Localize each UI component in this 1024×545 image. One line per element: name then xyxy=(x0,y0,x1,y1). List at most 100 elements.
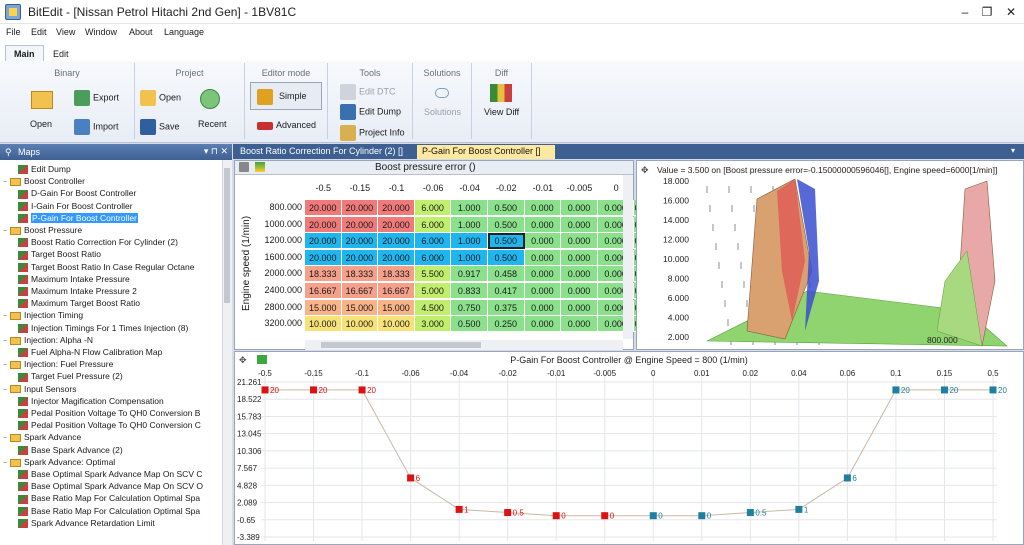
table-cell[interactable]: 18.333 xyxy=(378,266,415,283)
table-cell[interactable]: 0.500 xyxy=(451,316,488,333)
table-cell[interactable]: 15.000 xyxy=(378,299,415,316)
table-cell[interactable]: 4.500 xyxy=(414,299,452,316)
table-cell[interactable]: 20.000 xyxy=(305,200,342,216)
table-row-header[interactable]: 2000.000 xyxy=(253,268,305,278)
tree-folder[interactable]: − Boost Controller xyxy=(0,175,222,187)
table-cell[interactable]: 0.000 xyxy=(561,233,598,250)
move-chart-icon[interactable]: ✥ xyxy=(239,355,247,365)
collapse-icon[interactable]: − xyxy=(3,458,10,468)
project-save-button[interactable]: Save xyxy=(140,119,180,135)
tree-map-item[interactable]: Target Boost Ratio In Case Regular Octan… xyxy=(0,261,222,273)
table-cell[interactable]: 0.250 xyxy=(488,316,525,333)
table-cell[interactable]: 0.000 xyxy=(561,316,598,333)
table-cell[interactable]: 0.000 xyxy=(524,249,562,266)
tree-map-item[interactable]: Pedal Position Voltage To QH0 Conversion… xyxy=(0,407,222,419)
collapse-icon[interactable]: − xyxy=(3,336,10,346)
menu-file[interactable]: File xyxy=(6,27,21,37)
chart-point[interactable] xyxy=(698,512,706,520)
tree-folder[interactable]: − Injection: Alpha -N xyxy=(0,334,222,346)
table-cell[interactable]: 0.000 xyxy=(561,216,598,233)
solutions-button[interactable]: Solutions xyxy=(424,107,461,117)
tree-map-item[interactable]: Edit Dump xyxy=(0,163,222,175)
table-cell[interactable]: 20.000 xyxy=(305,249,342,266)
maps-scrollbar-thumb[interactable] xyxy=(224,168,230,303)
table-cell[interactable]: 20.000 xyxy=(378,200,415,216)
tree-map-item[interactable]: Target Boost Ratio xyxy=(0,248,222,260)
table-cell[interactable]: 20.000 xyxy=(305,233,342,250)
table-row-header[interactable]: 1600.000 xyxy=(253,252,305,262)
tree-map-item[interactable]: Maximum Intake Pressure xyxy=(0,273,222,285)
table-cell[interactable]: 0.417 xyxy=(488,283,525,299)
collapse-icon[interactable]: − xyxy=(3,433,10,443)
table-cell[interactable]: 0.000 xyxy=(561,283,598,299)
collapse-icon[interactable]: − xyxy=(3,360,10,370)
table-cell[interactable]: 10.000 xyxy=(305,316,342,333)
doc-tab-boost-ratio[interactable]: Boost Ratio Correction For Cylinder (2) … xyxy=(235,145,408,159)
edit-dtc-button[interactable]: Edit DTC xyxy=(340,84,396,100)
tree-map-item[interactable]: Base Optimal Spark Advance Map On SCV O xyxy=(0,480,222,492)
surface-3d-plot[interactable]: Value = 3.500 on [Boost pressure error=-… xyxy=(637,161,1023,349)
table-column-header[interactable]: -0.5 xyxy=(305,183,342,193)
table-cell[interactable]: 16.667 xyxy=(305,283,342,299)
table-column-header[interactable]: -0.15 xyxy=(342,183,379,193)
table-cell[interactable]: 20.000 xyxy=(341,200,379,216)
menu-edit[interactable]: Edit xyxy=(31,27,47,37)
collapse-icon[interactable]: − xyxy=(3,226,10,236)
color-map-chart-icon[interactable] xyxy=(257,355,267,364)
table-cell[interactable]: 0.750 xyxy=(451,299,488,316)
close-button[interactable]: ✕ xyxy=(996,2,1024,22)
tree-folder[interactable]: − Spark Advance: Optimal xyxy=(0,456,222,468)
doc-tab-p-gain[interactable]: P-Gain For Boost Controller [] ✕ xyxy=(417,145,555,169)
table-cell[interactable]: 0.833 xyxy=(451,283,488,299)
table-cell[interactable]: 1.000 xyxy=(451,249,488,266)
menu-about[interactable]: About xyxy=(129,27,153,37)
tree-map-item[interactable]: Spark Advance Retardation Limit xyxy=(0,517,222,529)
tree-map-item[interactable]: Fuel Alpha-N Flow Calibration Map xyxy=(0,346,222,358)
table-hscroll-thumb[interactable] xyxy=(321,342,481,348)
table-cell[interactable]: 16.667 xyxy=(341,283,379,299)
table-cell[interactable]: 20.000 xyxy=(341,233,379,250)
tree-map-item[interactable]: Boost Ratio Correction For Cylinder (2) xyxy=(0,236,222,248)
table-cell[interactable]: 0.000 xyxy=(561,249,598,266)
tab-overflow-icon[interactable]: ▾ xyxy=(1011,146,1015,155)
chart-point[interactable] xyxy=(601,512,609,520)
chart-point[interactable] xyxy=(504,509,512,517)
table-cell[interactable]: 6.000 xyxy=(414,249,452,266)
table-cell[interactable]: 18.333 xyxy=(305,266,342,283)
table-cell[interactable]: 5.500 xyxy=(414,266,452,283)
table-cell[interactable]: 0.000 xyxy=(524,200,562,216)
table-cell[interactable]: 0.500 xyxy=(488,200,525,216)
project-recent-button[interactable]: Recent xyxy=(198,119,227,129)
table-cell[interactable]: 5.000 xyxy=(414,283,452,299)
table-cell[interactable]: 10.000 xyxy=(378,316,415,333)
tree-folder[interactable]: − Boost Pressure xyxy=(0,224,222,236)
project-info-button[interactable]: Project Info xyxy=(340,125,405,141)
table-cell[interactable]: 20.000 xyxy=(305,216,342,233)
tree-map-item[interactable]: Base Spark Advance (2) xyxy=(0,444,222,456)
tree-map-item[interactable]: Base Ratio Map For Calculation Optimal S… xyxy=(0,505,222,517)
table-cell[interactable]: 18.333 xyxy=(341,266,379,283)
table-cell[interactable]: 0.000 xyxy=(524,299,562,316)
table-row-header[interactable]: 800.000 xyxy=(253,202,305,212)
chart-point[interactable] xyxy=(261,386,269,394)
table-cell[interactable]: 6.000 xyxy=(414,200,452,216)
table-cell[interactable]: 0.000 xyxy=(561,266,598,283)
table-cell[interactable]: 10.000 xyxy=(341,316,379,333)
table-cell[interactable]: 15.000 xyxy=(341,299,379,316)
surface-3d-view[interactable]: Value = 3.500 on [Boost pressure error=-… xyxy=(636,160,1024,350)
tree-map-item[interactable]: I-Gain For Boost Controller xyxy=(0,200,222,212)
chart-point[interactable] xyxy=(407,474,415,482)
table-cell[interactable]: 0.000 xyxy=(524,216,562,233)
table-row-header[interactable]: 1000.000 xyxy=(253,219,305,229)
tree-map-item[interactable]: P-Gain For Boost Controller xyxy=(0,212,222,224)
table-cell[interactable]: 0.000 xyxy=(524,266,562,283)
simple-mode-button[interactable]: Simple xyxy=(250,82,322,110)
collapse-icon[interactable]: − xyxy=(3,385,10,395)
tree-map-item[interactable]: Base Optimal Spark Advance Map On SCV C xyxy=(0,468,222,480)
table-cell[interactable]: 20.000 xyxy=(378,249,415,266)
chart-point[interactable] xyxy=(940,386,948,394)
table-row-header[interactable]: 1200.000 xyxy=(253,235,305,245)
tree-folder[interactable]: − Injection: Fuel Pressure xyxy=(0,358,222,370)
tree-map-item[interactable]: D-Gain For Boost Controller xyxy=(0,187,222,199)
table-cell[interactable]: 15.000 xyxy=(305,299,342,316)
